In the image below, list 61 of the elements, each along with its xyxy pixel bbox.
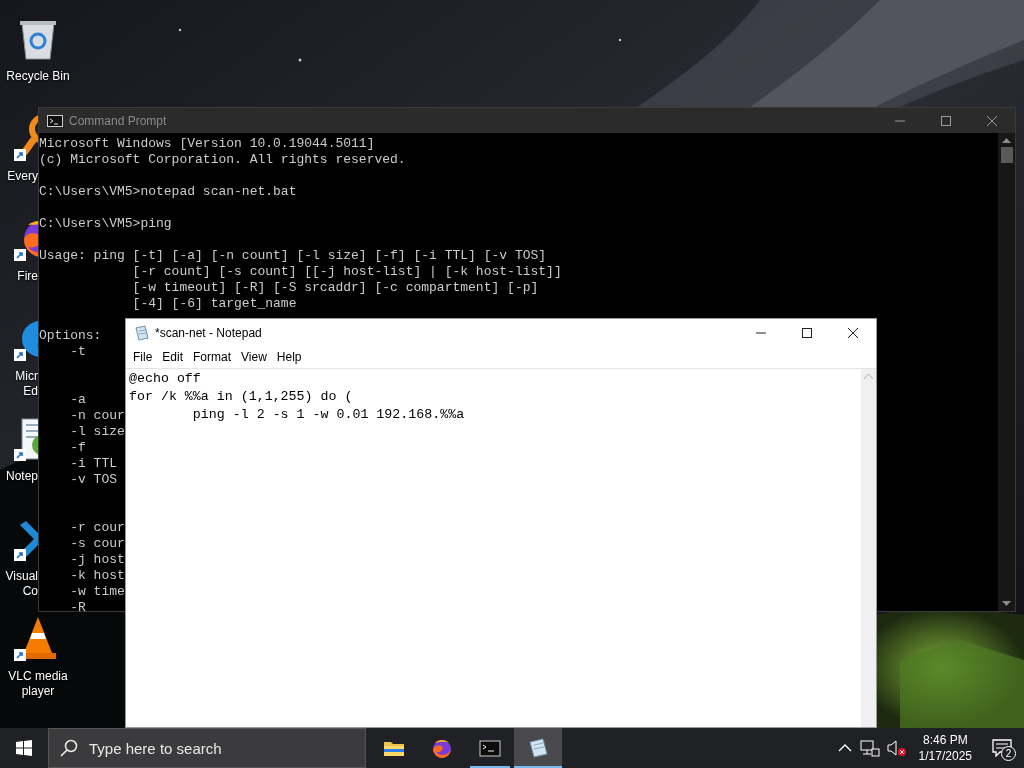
console-line: -t — [69, 344, 86, 360]
console-line: [-4] [-6] target_name — [131, 296, 297, 312]
desktop-icon-label[interactable]: Every — [0, 169, 38, 184]
console-line: -k host — [69, 568, 125, 584]
console-line: -s cour — [69, 536, 125, 552]
desktop-icon-label[interactable]: Recycle Bin — [0, 69, 76, 84]
chat-bubble-icon — [992, 739, 1012, 757]
notepad-icon — [135, 324, 149, 341]
console-line: [-r count] [-s count] [[-j host-list] | [-k host-list]] — [131, 264, 562, 280]
scroll-thumb[interactable] — [1000, 147, 1013, 163]
console-line: Usage: ping [-t] [-a] [-n count] [-l size] [-f] [-i TTL] [-v TOS] — [39, 248, 547, 264]
clock[interactable]: 8:46 PM 1/17/2025 — [918, 732, 972, 764]
console-line: -n cour — [69, 408, 125, 424]
menu-item[interactable]: File — [128, 348, 158, 366]
notifications-button[interactable]: 2 — [980, 728, 1024, 768]
console-line: -l size — [69, 424, 125, 440]
scroll-up-icon[interactable] — [1002, 137, 1011, 143]
console-line: Microsoft Windows [Version 10.0.19044.5011] — [39, 136, 375, 152]
fox-globe-icon — [431, 737, 453, 759]
console-line: -r cour — [69, 520, 125, 536]
console-line: (c) Microsoft Corporation. All rights reserved. — [39, 152, 406, 168]
search-field[interactable]: Type here to search — [48, 728, 366, 768]
window-title: *scan-net - Notepad — [155, 324, 263, 342]
desktop-icon-label[interactable]: Notep — [0, 469, 38, 484]
close-icon — [848, 327, 858, 338]
taskbar-app-button[interactable] — [514, 728, 562, 768]
menu-item[interactable]: View — [236, 348, 272, 366]
console-line: -R — [69, 600, 86, 616]
notification-count: 2 — [1001, 746, 1016, 761]
menu-item[interactable]: Edit — [157, 348, 189, 366]
windows-logo-icon — [16, 740, 32, 756]
desktop-icon-label[interactable]: Fire — [0, 269, 38, 284]
chevron-up-icon[interactable] — [837, 744, 852, 752]
menu-item[interactable]: Format — [188, 348, 237, 366]
console-line: [-w timeout] [-R] [-S srcaddr] [-c compartment] [-p] — [131, 280, 539, 296]
console-line: Options: — [39, 328, 102, 344]
console-icon — [47, 114, 63, 127]
muted-speaker-icon[interactable] — [885, 739, 908, 757]
console-line: -v TOS — [69, 472, 117, 488]
scrollbar[interactable] — [861, 369, 876, 727]
maximize-icon — [941, 115, 951, 126]
close-icon — [987, 115, 997, 126]
window-title: Command Prompt — [69, 112, 168, 130]
console-line: C:\Users\VM5>ping — [39, 216, 172, 232]
menu-item[interactable]: Help — [271, 348, 307, 366]
search-icon — [60, 739, 78, 757]
notepad-icon — [527, 737, 549, 759]
desktop-icon-label[interactable]: Visual Co — [0, 569, 38, 599]
desktop-icon-label[interactable]: Micr Ed — [0, 369, 38, 399]
desktop-icon-label[interactable]: VLC media player — [0, 669, 76, 699]
console-line: -a — [69, 392, 86, 408]
console-line: -f — [69, 440, 86, 456]
console-line: -w time — [69, 584, 125, 600]
console-line: -i TTL — [69, 456, 117, 472]
console-icon — [479, 737, 501, 759]
magnifier-shortcut-icon[interactable] — [14, 113, 38, 161]
network-icon[interactable] — [859, 739, 880, 757]
console-line: C:\Users\VM5>notepad scan-net.bat — [39, 184, 297, 200]
scrollbar[interactable] — [998, 133, 1015, 611]
console-line: -j host — [69, 552, 125, 568]
maximize-icon — [802, 327, 812, 338]
